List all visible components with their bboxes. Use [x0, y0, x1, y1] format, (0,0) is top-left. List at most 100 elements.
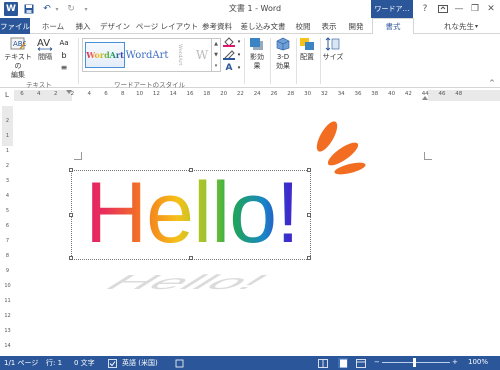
- shadow-effects-button[interactable]: 影効果: [247, 36, 267, 71]
- undo-icon[interactable]: ↶: [40, 2, 54, 16]
- gallery-scrollbar[interactable]: ▲ ▼ ▾: [212, 38, 221, 72]
- size-icon: [324, 36, 342, 52]
- wordart-style-gallery[interactable]: WordArt WordArt WordArt W: [82, 38, 212, 72]
- arrange-button[interactable]: 配置: [298, 36, 316, 62]
- language-indicator[interactable]: 英語 (米国): [122, 358, 158, 368]
- gallery-more-icon[interactable]: ▾: [215, 63, 218, 69]
- wordart-style-3[interactable]: WordArt: [169, 42, 191, 68]
- wordart-text[interactable]: Hello!: [72, 163, 312, 263]
- text-effect-icon[interactable]: A: [222, 63, 236, 73]
- ruler-tick-label: 2: [5, 163, 10, 169]
- web-layout-icon[interactable]: [356, 358, 366, 368]
- redo-icon[interactable]: ↻: [64, 2, 78, 16]
- fill-dropdown-icon[interactable]: ▾: [236, 37, 242, 47]
- edit-text-icon: ABC: [9, 36, 27, 52]
- ruler-tick-label: 20: [220, 91, 228, 97]
- zoom-out-button[interactable]: −: [374, 358, 380, 366]
- ruler-tick-label: 26: [270, 91, 278, 97]
- ruler-tick-label: 6: [20, 91, 24, 97]
- user-account[interactable]: れな先生 ▾: [434, 18, 488, 34]
- dropdown-small-icon[interactable]: ▾: [54, 2, 60, 16]
- ruler-tick-label: 2: [5, 118, 10, 124]
- fill-color-icon[interactable]: [222, 37, 236, 47]
- effect-dropdown-icon[interactable]: ▾: [236, 63, 242, 73]
- zoom-slider-track[interactable]: [382, 362, 450, 363]
- vertical-ruler[interactable]: 2 1 1 2 3 4 5 6 7 8 9 10 11 12 13 14: [2, 106, 13, 356]
- resize-handle[interactable]: [189, 256, 193, 260]
- size-button[interactable]: サイズ: [322, 36, 344, 62]
- spacing-button[interactable]: AV 間隔: [34, 36, 56, 62]
- tab-page-layout[interactable]: ページ レイアウト: [136, 18, 198, 34]
- customize-qat-icon[interactable]: ▾: [82, 2, 90, 16]
- align-text-icon[interactable]: ≡: [58, 62, 70, 72]
- resize-handle[interactable]: [189, 168, 193, 172]
- save-icon[interactable]: [22, 2, 36, 16]
- tab-insert[interactable]: 挿入: [72, 18, 94, 34]
- page-count[interactable]: 1/1 ページ: [4, 358, 38, 368]
- redo-glyph: ↻: [67, 4, 75, 14]
- wordart-style-2-label: WordArt: [125, 49, 169, 61]
- close-glyph: ✕: [487, 4, 495, 14]
- tab-review[interactable]: 校閲: [292, 18, 314, 34]
- tab-view[interactable]: 表示: [318, 18, 340, 34]
- zoom-slider-thumb[interactable]: [413, 358, 416, 367]
- tab-developer[interactable]: 開発: [345, 18, 367, 34]
- wordart-context-title: ワードア…: [371, 0, 413, 18]
- group-divider: [296, 38, 297, 84]
- group-divider: [78, 38, 79, 84]
- tab-home[interactable]: ホーム: [36, 18, 70, 34]
- resize-handle[interactable]: [307, 168, 311, 172]
- horizontal-ruler[interactable]: 6 4 2 2 4 6 8 10 12 14 16 18 20 22 24 26 28 30 32 34 36 38 40 4…: [14, 90, 500, 101]
- gallery-down-icon[interactable]: ▼: [214, 52, 218, 58]
- resize-handle[interactable]: [307, 256, 311, 260]
- ruler-tick-label: 1: [5, 133, 10, 139]
- ribbon: ABC テキストの 編集 AV 間隔 Aa b ≡ テキスト WordArt W…: [0, 34, 500, 89]
- print-layout-icon[interactable]: [338, 358, 348, 368]
- ruler-tick-label: 36: [354, 91, 362, 97]
- group-divider: [270, 38, 271, 84]
- macro-record-icon[interactable]: [174, 358, 184, 368]
- word-app-icon[interactable]: W: [4, 2, 18, 16]
- ruler-tick-label: 13: [4, 328, 11, 334]
- wordart-style-2[interactable]: WordArt: [125, 42, 169, 68]
- help-button[interactable]: ?: [416, 0, 434, 18]
- vertical-text-icon[interactable]: b: [58, 50, 70, 60]
- word-window: W ↶ ▾ ↻ ▾ 文書 1 - Word ワードア… ? — ❐ ✕ ファイル…: [0, 0, 500, 370]
- tab-references[interactable]: 参考資料: [200, 18, 234, 34]
- group-divider: [320, 38, 321, 84]
- resize-handle[interactable]: [69, 213, 73, 217]
- ruler-tick-label: 28: [287, 91, 295, 97]
- tab-format[interactable]: 書式: [372, 18, 414, 35]
- even-height-icon[interactable]: Aa: [58, 38, 70, 48]
- ruler-tick-label: 42: [404, 91, 412, 97]
- wordart-object[interactable]: Hello! Hello!: [69, 165, 311, 294]
- edit-text-button[interactable]: ABC テキストの 編集: [2, 36, 34, 80]
- resize-handle[interactable]: [307, 213, 311, 217]
- resize-handle[interactable]: [69, 168, 73, 172]
- ruler-tick-label: 2: [70, 91, 75, 97]
- zoom-in-button[interactable]: +: [452, 358, 458, 366]
- zoom-level[interactable]: 100%: [468, 358, 488, 366]
- wordart-style-4[interactable]: W: [193, 42, 211, 68]
- ruler-tick-label: 11: [4, 298, 11, 304]
- tab-design[interactable]: デザイン: [97, 18, 133, 34]
- threed-effects-button[interactable]: 3-D 効果: [272, 36, 294, 71]
- tab-selector[interactable]: L: [0, 88, 14, 102]
- arrange-icon: [298, 36, 316, 52]
- tab-mailings[interactable]: 差し込み文書: [238, 18, 288, 34]
- crop-mark-top-right: [424, 152, 432, 160]
- resize-handle[interactable]: [69, 256, 73, 260]
- tab-file[interactable]: ファイル: [0, 18, 30, 34]
- wordart-style-1[interactable]: WordArt: [85, 42, 125, 68]
- word-count[interactable]: 0 文字: [74, 358, 95, 368]
- read-mode-icon[interactable]: [318, 358, 328, 368]
- gallery-up-icon[interactable]: ▲: [214, 41, 218, 47]
- close-button[interactable]: ✕: [482, 0, 500, 18]
- outline-dropdown-icon[interactable]: ▾: [236, 50, 242, 60]
- ruler-tick-label: 16: [186, 91, 194, 97]
- proofing-icon[interactable]: [107, 358, 117, 368]
- ruler-tick-label: 14: [4, 343, 11, 349]
- collapse-ribbon-icon[interactable]: ^: [486, 78, 498, 88]
- outline-color-icon[interactable]: [222, 50, 236, 60]
- ruler-tick-label: 46: [438, 91, 446, 97]
